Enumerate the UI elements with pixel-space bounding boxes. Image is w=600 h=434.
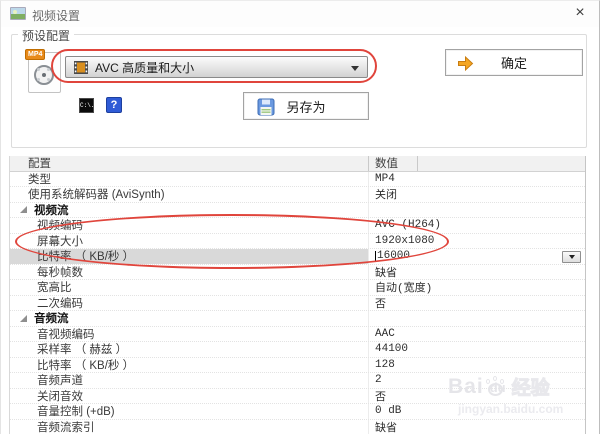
row-value: 关闭 <box>369 187 585 202</box>
filmstrip-icon <box>74 61 88 74</box>
row-value: 1920x1080 <box>369 234 585 249</box>
table-row[interactable]: 音视频编码AAC <box>10 327 585 343</box>
film-reel-icon <box>34 65 54 85</box>
row-value: 否 <box>369 296 585 311</box>
row-value: 2 <box>369 373 585 388</box>
row-label: 视频编码 <box>10 218 369 233</box>
row-label: 音频流 <box>10 311 369 326</box>
row-label: 比特率 （ KB/秒 ） <box>10 358 369 373</box>
table-row[interactable]: 关闭音效否 <box>10 389 585 405</box>
row-value <box>369 203 585 218</box>
mp4-badge: MP4 <box>25 49 45 60</box>
row-label: 每秒帧数 <box>10 265 369 280</box>
row-value: 缺省 <box>369 420 585 434</box>
row-label: 类型 <box>10 172 369 187</box>
table-row[interactable]: 音量控制 (+dB)0 dB <box>10 404 585 420</box>
row-label: 采样率 （ 赫兹 ） <box>10 342 369 357</box>
expander-triangle-icon[interactable] <box>20 315 27 322</box>
row-label: 宽高比 <box>10 280 369 295</box>
help-icon[interactable]: ? <box>106 97 122 113</box>
app-icon <box>10 7 26 20</box>
video-settings-dialog: 视频设置 × 预设配置 MP4 AVC 高质量和大小 确定 C:\. ? <box>0 0 600 434</box>
close-icon[interactable]: × <box>571 4 589 22</box>
row-value: AAC <box>369 327 585 342</box>
preset-dropdown[interactable]: AVC 高质量和大小 <box>65 56 368 78</box>
row-label: 视频流 <box>10 203 369 218</box>
table-row[interactable]: 类型MP4 <box>10 172 585 188</box>
table-row[interactable]: 采样率 （ 赫兹 ）44100 <box>10 342 585 358</box>
column-header-value: 数值 <box>369 156 585 171</box>
expander-triangle-icon[interactable] <box>20 206 27 213</box>
table-row[interactable]: 视频编码AVC (H264) <box>10 218 585 234</box>
row-value: 44100 <box>369 342 585 357</box>
save-as-button[interactable]: 另存为 <box>243 92 369 120</box>
row-label: 比特率 （ KB/秒 ） <box>10 249 369 264</box>
row-label: 二次编码 <box>10 296 369 311</box>
table-row[interactable]: 每秒帧数缺省 <box>10 265 585 281</box>
column-divider <box>417 156 418 171</box>
table-row[interactable]: 音频流索引缺省 <box>10 420 585 434</box>
orange-arrow-icon <box>457 55 474 72</box>
table-header-row: 配置数值 <box>10 156 585 172</box>
chevron-down-icon <box>351 66 359 71</box>
column-header-config: 配置 <box>10 156 369 171</box>
row-label: 音频声道 <box>10 373 369 388</box>
floppy-disk-icon <box>257 98 275 116</box>
row-label: 音频流索引 <box>10 420 369 434</box>
table-row[interactable]: 屏幕大小1920x1080 <box>10 234 585 250</box>
chevron-down-icon <box>569 255 575 259</box>
preset-group-label: 预设配置 <box>18 27 74 44</box>
titlebar: 视频设置 × <box>1 1 599 27</box>
row-value: 否 <box>369 389 585 404</box>
window-title: 视频设置 <box>32 7 80 24</box>
value-dropdown-button[interactable] <box>562 251 581 264</box>
table-row[interactable]: 比特率 （ KB/秒 ）128 <box>10 358 585 374</box>
row-label: 屏幕大小 <box>10 234 369 249</box>
preset-selected-value: AVC 高质量和大小 <box>95 59 194 76</box>
save-as-button-label: 另存为 <box>286 97 325 116</box>
settings-table-body: 配置数值类型MP4使用系统解码器 (AviSynth)关闭视频流视频编码AVC … <box>10 156 585 434</box>
row-value: 缺省 <box>369 265 585 280</box>
settings-table: 配置数值类型MP4使用系统解码器 (AviSynth)关闭视频流视频编码AVC … <box>9 156 586 434</box>
row-value: AVC (H264) <box>369 218 585 233</box>
row-label: 关闭音效 <box>10 389 369 404</box>
text-caret <box>375 251 376 262</box>
ok-button[interactable]: 确定 <box>445 49 583 76</box>
table-row[interactable]: 比特率 （ KB/秒 ）16000 <box>10 249 585 265</box>
row-value <box>369 311 585 326</box>
table-row[interactable]: 视频流 <box>10 203 585 219</box>
table-row[interactable]: 音频流 <box>10 311 585 327</box>
row-label: 音量控制 (+dB) <box>10 404 369 419</box>
table-row[interactable]: 使用系统解码器 (AviSynth)关闭 <box>10 187 585 203</box>
row-value: 0 dB <box>369 404 585 419</box>
row-label: 音视频编码 <box>10 327 369 342</box>
row-label: 使用系统解码器 (AviSynth) <box>10 187 369 202</box>
row-value: MP4 <box>369 172 585 187</box>
row-value: 自动(宽度) <box>369 280 585 295</box>
row-value: 128 <box>369 358 585 373</box>
table-row[interactable]: 音频声道2 <box>10 373 585 389</box>
command-line-icon[interactable]: C:\. <box>79 98 94 113</box>
table-row[interactable]: 二次编码否 <box>10 296 585 312</box>
row-value[interactable]: 16000 <box>369 249 585 264</box>
mp4-file-icon: MP4 <box>28 52 61 93</box>
ok-button-label: 确定 <box>501 53 527 72</box>
table-row[interactable]: 宽高比自动(宽度) <box>10 280 585 296</box>
